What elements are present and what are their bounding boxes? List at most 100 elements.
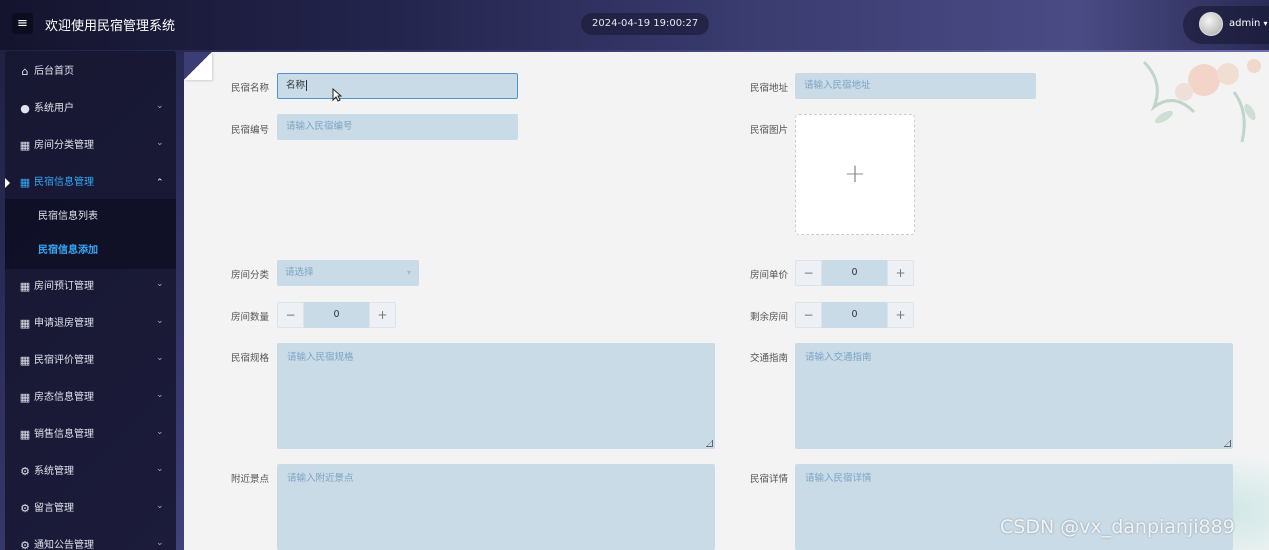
increment-button[interactable]: + [369, 302, 396, 328]
textarea-placeholder: 请输入民宿规格 [287, 352, 354, 363]
plus-icon: + [844, 159, 866, 189]
decrement-button[interactable]: − [795, 260, 822, 286]
flower-decoration [1142, 59, 1261, 143]
increment-button[interactable]: + [887, 302, 914, 328]
top-header: ≡ 欢迎使用民宿管理系统 2024-04-19 19:00:27 admin ▾ [0, 0, 1269, 50]
chevron-down-icon: ⌄ [156, 538, 164, 548]
active-marker [5, 178, 10, 188]
home-icon: ⌂ [21, 65, 29, 78]
submenu-homestay-info: 民宿信息列表 民宿信息添加 [5, 199, 176, 269]
chevron-up-icon: ⌃ [156, 178, 164, 188]
sidebar-item-announcements[interactable]: ⚙ 通知公告管理 ⌄ [5, 527, 176, 550]
sidebar-item-system-settings[interactable]: ⚙ 系统管理 ⌄ [5, 453, 176, 490]
sidebar-item-sales[interactable]: ▦ 销售信息管理 ⌄ [5, 416, 176, 453]
grid-icon: ▦ [19, 280, 31, 293]
address-input[interactable]: 请输入民宿地址 [795, 73, 1036, 99]
menu-toggle-button[interactable]: ≡ [12, 13, 33, 34]
gear-icon: ⚙ [20, 539, 30, 550]
rooms-left-stepper: − 0 + [795, 302, 915, 328]
traffic-textarea[interactable]: 请输入交通指南 [795, 343, 1233, 449]
room-count-value[interactable]: 0 [304, 302, 369, 328]
sidebar-item-label: 系统管理 [34, 466, 74, 477]
sidebar-item-label: 房间预订管理 [34, 281, 94, 292]
sidebar-item-label: 销售信息管理 [34, 429, 94, 440]
grid-icon: ▦ [19, 428, 31, 441]
mouse-cursor-icon [332, 88, 342, 102]
main-content: 民宿名称 名称 民宿地址 请输入民宿地址 民宿编号 请输入民宿编号 民宿图片 +… [184, 52, 1269, 550]
decrement-button[interactable]: − [795, 302, 822, 328]
sidebar-item-homestay-info[interactable]: ▦ 民宿信息管理 ⌃ [5, 164, 176, 201]
resize-handle-icon[interactable] [1224, 440, 1231, 447]
sidebar-item-label: 申请退房管理 [34, 318, 94, 329]
nearby-label: 附近景点 [231, 474, 270, 485]
code-input[interactable]: 请输入民宿编号 [277, 114, 518, 140]
chevron-down-icon: ⌄ [156, 390, 164, 400]
room-category-select[interactable]: 请选择 ▾ [277, 260, 419, 286]
chevron-down-icon: ⌄ [156, 138, 164, 148]
username-text: admin [1229, 18, 1261, 29]
rooms-left-value[interactable]: 0 [822, 302, 887, 328]
grid-icon: ▦ [19, 317, 31, 330]
code-label: 民宿编号 [231, 125, 270, 136]
sidebar: ⌂ 后台首页 ● 系统用户 ⌄ ▦ 房间分类管理 ⌄ ▦ 民宿信息管理 ⌃ 民宿… [5, 51, 176, 550]
chevron-down-icon: ⌄ [156, 501, 164, 511]
sidebar-item-room-category[interactable]: ▦ 房间分类管理 ⌄ [5, 127, 176, 164]
sidebar-item-label: 民宿评价管理 [34, 355, 94, 366]
gear-icon: ⚙ [20, 502, 30, 515]
decrement-button[interactable]: − [277, 302, 304, 328]
spec-textarea[interactable]: 请输入民宿规格 [277, 343, 715, 449]
textarea-placeholder: 请输入交通指南 [805, 352, 872, 363]
sidebar-item-label: 留言管理 [34, 503, 74, 514]
sidebar-item-messages[interactable]: ⚙ 留言管理 ⌄ [5, 490, 176, 527]
image-upload-button[interactable]: + [795, 114, 915, 235]
resize-handle-icon[interactable] [706, 440, 713, 447]
textarea-placeholder: 请输入民宿详情 [805, 473, 872, 484]
corner-fold [184, 52, 212, 80]
sidebar-subitem-homestay-list[interactable]: 民宿信息列表 [38, 200, 98, 234]
grid-icon: ▦ [19, 391, 31, 404]
room-price-value[interactable]: 0 [822, 260, 887, 286]
grid-icon: ▦ [19, 354, 31, 367]
name-input-value: 名称 [286, 80, 306, 91]
room-price-stepper: − 0 + [795, 260, 915, 286]
sidebar-item-label: 系统用户 [34, 103, 74, 114]
grid-icon: ▦ [19, 176, 31, 189]
chevron-down-icon: ⌄ [156, 353, 164, 363]
room-price-label: 房间单价 [750, 270, 789, 281]
avatar[interactable] [1199, 12, 1223, 36]
detail-label: 民宿详情 [750, 474, 789, 485]
increment-button[interactable]: + [887, 260, 914, 286]
sidebar-item-system-users[interactable]: ● 系统用户 ⌄ [5, 90, 176, 127]
username-label[interactable]: admin ▾ [1229, 18, 1268, 29]
name-label: 民宿名称 [231, 83, 270, 94]
sidebar-item-label: 房态信息管理 [34, 392, 94, 403]
sidebar-item-label: 房间分类管理 [34, 140, 94, 151]
sidebar-item-label: 后台首页 [34, 66, 74, 77]
chevron-down-icon: ⌄ [156, 279, 164, 289]
user-menu[interactable]: admin ▾ [1183, 6, 1269, 44]
sidebar-subitem-homestay-add[interactable]: 民宿信息添加 [38, 234, 98, 268]
name-input[interactable]: 名称 [277, 73, 518, 99]
gear-icon: ⚙ [20, 465, 30, 478]
traffic-label: 交通指南 [750, 353, 789, 364]
chevron-down-icon: ▾ [406, 268, 411, 277]
app-title: 欢迎使用民宿管理系统 [45, 19, 176, 34]
sidebar-item-checkout-request[interactable]: ▦ 申请退房管理 ⌄ [5, 305, 176, 342]
nearby-textarea[interactable]: 请输入附近景点 [277, 464, 715, 550]
room-count-stepper: − 0 + [277, 302, 397, 328]
room-count-label: 房间数量 [231, 312, 270, 323]
address-label: 民宿地址 [750, 83, 789, 94]
sidebar-item-label: 通知公告管理 [34, 540, 94, 550]
datetime-display: 2024-04-19 19:00:27 [581, 13, 710, 35]
user-icon: ● [20, 102, 30, 115]
chevron-down-icon: ⌄ [156, 101, 164, 111]
sidebar-item-room-status[interactable]: ▦ 房态信息管理 ⌄ [5, 379, 176, 416]
chevron-down-icon: ⌄ [156, 316, 164, 326]
select-placeholder: 请选择 [285, 267, 314, 278]
watermark: CSDN @vx_danpianji889 [1000, 516, 1235, 538]
sidebar-item-reviews[interactable]: ▦ 民宿评价管理 ⌄ [5, 342, 176, 379]
sidebar-item-room-booking[interactable]: ▦ 房间预订管理 ⌄ [5, 268, 176, 305]
room-category-label: 房间分类 [231, 270, 270, 281]
sidebar-item-dashboard[interactable]: ⌂ 后台首页 [5, 53, 176, 90]
image-label: 民宿图片 [750, 125, 789, 136]
